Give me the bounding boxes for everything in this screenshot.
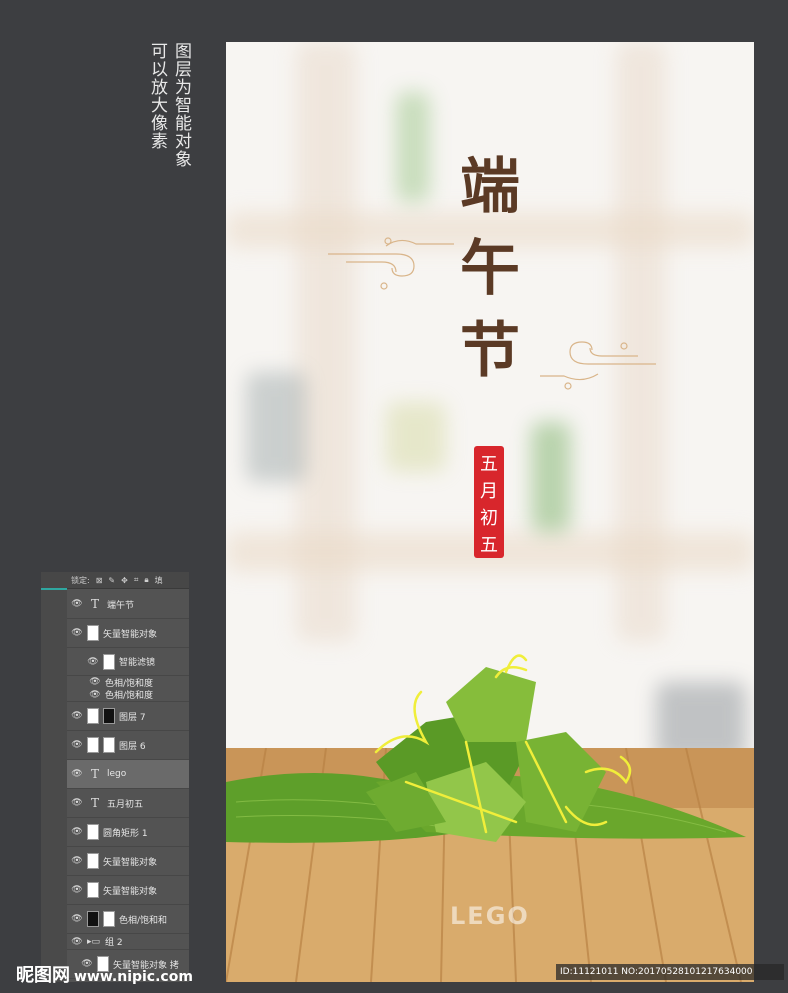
layers-panel: 锁定: ⊠ ✎ ✥ ⌗ 🔒︎ 填 👁︎ T 端午节 👁︎ 矢量智能对象 👁︎ 智… (41, 572, 189, 982)
adjustment-layer-icon (87, 911, 99, 927)
lock-all-icon[interactable]: 🔒︎ (144, 575, 148, 585)
seal-char: 月 (480, 481, 498, 502)
lock-paint-icon[interactable]: ✎ (108, 576, 115, 585)
layer-row[interactable]: 👁︎ ▸▭ 组 2 (67, 934, 189, 950)
watermark-left: 昵图网 www.nipic.com (16, 961, 193, 987)
panel-accent (41, 588, 67, 590)
layer-row[interactable]: 👁︎ T 五月初五 (67, 789, 189, 818)
seal-char: 初 (480, 508, 498, 529)
smart-object-icon (87, 625, 99, 641)
visibility-eye-icon[interactable]: 👁︎ (85, 677, 105, 687)
layer-mask-thumbnail (103, 708, 115, 724)
layer-name: 色相/饱和度 (105, 691, 154, 701)
layer-name: 色相/饱和度 (105, 678, 154, 689)
visibility-eye-icon[interactable]: 👁︎ (67, 599, 87, 609)
bottle-blur (531, 422, 571, 532)
layer-mask-thumbnail (103, 911, 115, 927)
side-note-line2: 可以放大像素 (147, 42, 167, 150)
seal-char: 五 (480, 454, 498, 475)
seal-char: 五 (480, 535, 498, 556)
text-layer-icon: T (90, 767, 99, 781)
layer-name: 端午节 (107, 600, 135, 611)
layer-name: lego (107, 769, 127, 779)
layer-row-selected[interactable]: 👁︎ T lego (67, 760, 189, 789)
watermark-url: www.nipic.com (74, 969, 193, 985)
layer-row[interactable]: 👁︎ 图层 6 (67, 731, 189, 760)
visibility-eye-icon[interactable]: 👁︎ (67, 856, 87, 866)
smart-object-icon (87, 853, 99, 869)
lock-toolbar: 锁定: ⊠ ✎ ✥ ⌗ 🔒︎ 填 (41, 572, 189, 589)
layer-row[interactable]: 👁︎ 图层 7 (67, 702, 189, 731)
layer-row[interactable]: 👁︎ 矢量智能对象 (67, 847, 189, 876)
cloud-ornament-icon (540, 341, 656, 390)
text-layer-icon: T (90, 796, 99, 810)
layer-name: 组 2 (105, 938, 123, 948)
folder-icon: ▸▭ (87, 936, 101, 947)
layer-name: 矢量智能对象 (103, 886, 158, 897)
layer-mask-thumbnail (103, 737, 115, 753)
text-layer-icon: T (90, 597, 99, 611)
layer-name: 五月初五 (107, 799, 144, 810)
layer-row[interactable]: 👁︎ 色相/饱和度 (67, 688, 189, 702)
fill-label: 填 (154, 575, 163, 585)
visibility-eye-icon[interactable]: 👁︎ (67, 937, 87, 947)
visibility-eye-icon[interactable]: 👁︎ (67, 827, 87, 837)
visibility-eye-icon[interactable]: 👁︎ (67, 885, 87, 895)
layer-row[interactable]: 👁︎ 矢量智能对象 (67, 876, 189, 905)
plant-blur (246, 372, 306, 482)
layer-name: 矢量智能对象 (103, 629, 158, 640)
poster-title: 端 午 节 (450, 146, 530, 392)
watermark-brand: 昵图网 (16, 965, 70, 986)
visibility-eye-icon[interactable]: 👁︎ (67, 740, 87, 750)
visibility-eye-icon[interactable]: 👁︎ (67, 914, 87, 924)
layer-name: 圆角矩形 1 (103, 828, 148, 839)
smart-object-icon (87, 882, 99, 898)
visibility-eye-icon[interactable]: 👁︎ (67, 798, 87, 808)
panel-gutter (41, 588, 67, 982)
lock-artboard-icon[interactable]: ⌗ (134, 575, 139, 585)
visibility-eye-icon[interactable]: 👁︎ (67, 628, 87, 638)
watermark-id: ID:11121011 NO:20170528101217634000 (556, 964, 784, 980)
date-seal: 五 月 初 五 (474, 446, 504, 558)
title-char: 节 (460, 316, 520, 386)
bottle-blur (396, 92, 430, 202)
filter-mask-icon (103, 653, 115, 670)
poster-canvas: 端 午 节 五 月 初 五 LEGO (226, 42, 754, 982)
lock-transparent-icon[interactable]: ⊠ (96, 576, 103, 585)
layer-name: 矢量智能对象 (103, 857, 158, 868)
title-char: 端 (460, 152, 520, 222)
visibility-eye-icon[interactable]: 👁︎ (67, 711, 87, 721)
layer-name: 图层 7 (119, 712, 146, 723)
layer-thumbnail (87, 708, 99, 724)
lock-label: 锁定: (71, 575, 90, 585)
layer-row[interactable]: 👁︎ 矢量智能对象 (67, 619, 189, 648)
lock-move-icon[interactable]: ✥ (121, 576, 128, 585)
visibility-eye-icon[interactable]: 👁︎ (85, 690, 105, 700)
layer-thumbnail (87, 737, 99, 753)
visibility-eye-icon[interactable]: 👁︎ (67, 769, 87, 779)
layer-row[interactable]: 👁︎ T 端午节 (67, 590, 189, 619)
layer-name: 图层 6 (119, 741, 146, 752)
title-char: 午 (460, 234, 520, 304)
layer-name: 智能滤镜 (119, 658, 156, 668)
layer-row[interactable]: 👁︎ 色相/饱和和 (67, 905, 189, 934)
lego-logo: LEGO (450, 902, 530, 930)
layer-name: 色相/饱和和 (119, 915, 168, 926)
shape-layer-icon (87, 824, 99, 840)
cloud-ornament-icon (328, 237, 454, 290)
side-note-line1: 图层为智能对象 (171, 42, 191, 168)
zongzi-illustration (226, 654, 746, 843)
plant-blur (386, 402, 446, 472)
layer-row[interactable]: 👁︎ 圆角矩形 1 (67, 818, 189, 847)
visibility-eye-icon[interactable]: 👁︎ (83, 657, 103, 667)
layer-row[interactable]: 👁︎ 智能滤镜 (67, 648, 189, 676)
layer-row[interactable]: 👁︎ 色相/饱和度 (67, 676, 189, 689)
